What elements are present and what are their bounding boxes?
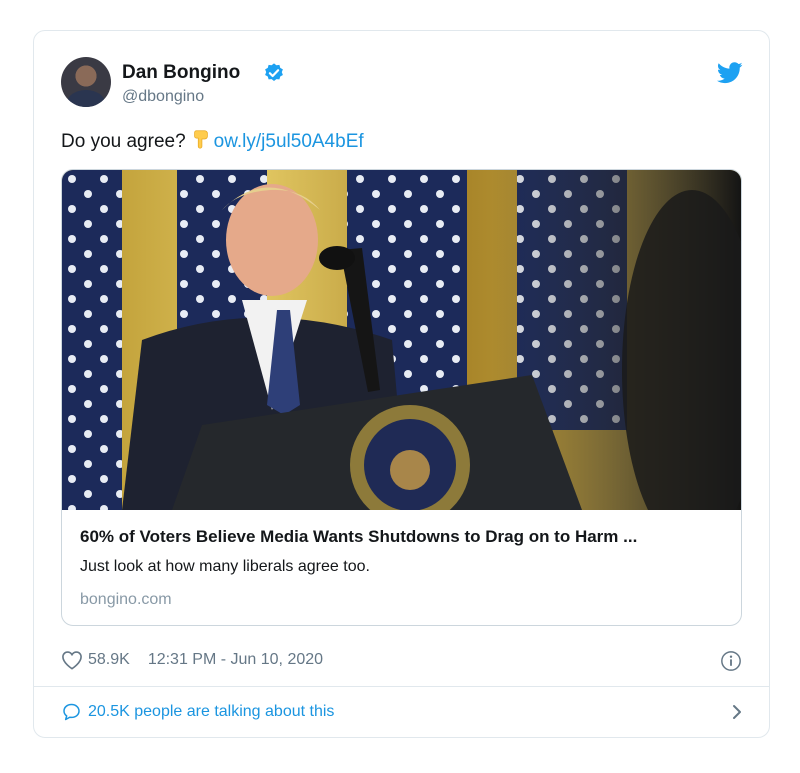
link-card-description: Just look at how many liberals agree too… [80, 558, 370, 575]
verified-icon [265, 63, 283, 81]
author-name[interactable]: Dan Bongino [122, 62, 240, 84]
reply-icon [63, 703, 80, 721]
link-card-image[interactable] [62, 170, 741, 510]
link-card[interactable]: 60% of Voters Believe Media Wants Shutdo… [61, 169, 742, 626]
like-count[interactable]: 58.9K [88, 651, 130, 669]
tweet-text: Do you agree? ow.ly/j5ul50A4bEf [61, 128, 364, 153]
conversation-link[interactable]: 20.5K people are talking about this [61, 698, 744, 726]
author-handle[interactable]: @dbongino [122, 88, 204, 106]
tweet-meta: 58.9K 12:31 PM - Jun 10, 2020 [61, 649, 323, 671]
tweet-link[interactable]: ow.ly/j5ul50A4bEf [214, 131, 364, 152]
divider [34, 686, 769, 687]
info-icon[interactable] [720, 650, 742, 672]
tweet-timestamp[interactable]: 12:31 PM - Jun 10, 2020 [148, 651, 323, 669]
link-card-domain: bongino.com [80, 591, 172, 608]
tweet-body: Do you agree? [61, 131, 186, 152]
avatar[interactable] [61, 57, 111, 107]
chevron-right-icon [733, 705, 741, 719]
twitter-logo-icon[interactable] [717, 62, 743, 84]
pointing-down-emoji-icon [193, 130, 208, 149]
link-card-title: 60% of Voters Believe Media Wants Shutdo… [80, 527, 638, 546]
heart-icon[interactable] [61, 650, 83, 670]
tweet-card: Dan Bongino @dbongino Do you agree? ow.l… [33, 30, 770, 738]
conversation-label: 20.5K people are talking about this [88, 703, 335, 720]
avatar-shoulders [67, 90, 105, 107]
